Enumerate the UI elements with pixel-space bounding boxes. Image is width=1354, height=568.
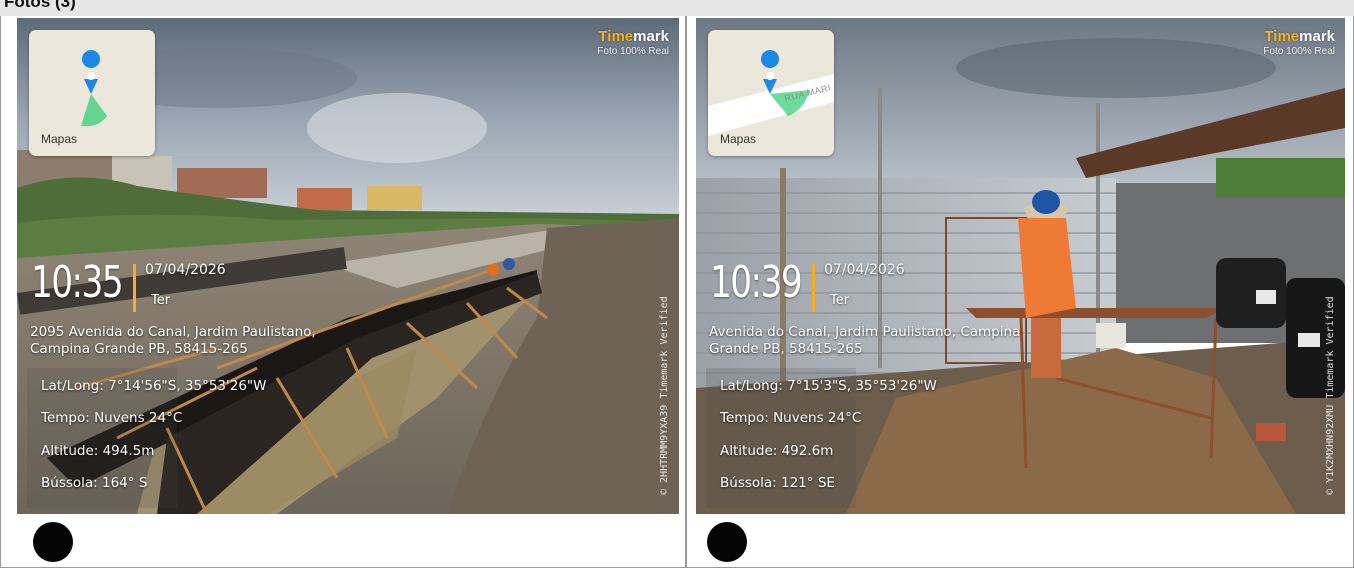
accent-divider — [812, 264, 815, 312]
weekday: Ter — [151, 293, 171, 308]
brand-subtitle: Foto 100% Real — [597, 46, 669, 57]
timemark-brand: Timemark Foto 100% Real — [597, 28, 669, 57]
compass-text: Bússola: 164° S — [41, 475, 148, 491]
gallery-title: Fotos (3) — [4, 0, 76, 11]
accent-divider — [133, 264, 136, 312]
time-stamp: 10:39 — [710, 257, 803, 308]
timemark-brand: Timemark Foto 100% Real — [1263, 28, 1335, 57]
gallery-header: Fotos (3) — [0, 0, 1354, 17]
altitude-text: Altitude: 494.5m — [41, 443, 155, 459]
compass-text: Bússola: 121° SE — [720, 475, 835, 491]
photo-2[interactable]: RUA MARI Mapas Timemark Foto 100% Real ©… — [696, 18, 1345, 514]
altitude-text: Altitude: 492.6m — [720, 443, 834, 459]
mini-map-1[interactable]: Mapas — [29, 30, 155, 156]
latlong-text: Lat/Long: 7°14'56"S, 35°53'26"W — [41, 378, 267, 394]
photo-card-1: Mapas Timemark Foto 100% Real © 2HHTRMM9… — [0, 16, 686, 568]
verification-code: © Y1K2MXHN92XMU Timemark Verified — [1325, 296, 1336, 495]
weather-text: Tempo: Nuvens 24°C — [720, 410, 862, 426]
time-stamp: 10:35 — [31, 257, 124, 308]
date-stamp: 07/04/2026 — [824, 262, 905, 278]
verification-code: © 2HHTRMM9YXA39 Timemark Verified — [659, 296, 670, 495]
avatar[interactable] — [707, 522, 747, 562]
weather-text: Tempo: Nuvens 24°C — [41, 410, 183, 426]
brand-subtitle: Foto 100% Real — [1263, 46, 1335, 57]
mini-map-2[interactable]: RUA MARI Mapas — [708, 30, 834, 156]
address-text: 2095 Avenida do Canal, Jardim Paulistano… — [30, 324, 316, 357]
latlong-text: Lat/Long: 7°15'3"S, 35°53'26"W — [720, 378, 937, 394]
photo-card-2: RUA MARI Mapas Timemark Foto 100% Real ©… — [686, 16, 1354, 568]
avatar[interactable] — [33, 522, 73, 562]
maps-label: Mapas — [41, 132, 78, 146]
photo-1[interactable]: Mapas Timemark Foto 100% Real © 2HHTRMM9… — [17, 18, 679, 514]
weekday: Ter — [830, 293, 850, 308]
date-stamp: 07/04/2026 — [145, 262, 226, 278]
maps-label: Mapas — [720, 132, 757, 146]
address-text: Avenida do Canal, Jardim Paulistano, Cam… — [709, 324, 1021, 357]
